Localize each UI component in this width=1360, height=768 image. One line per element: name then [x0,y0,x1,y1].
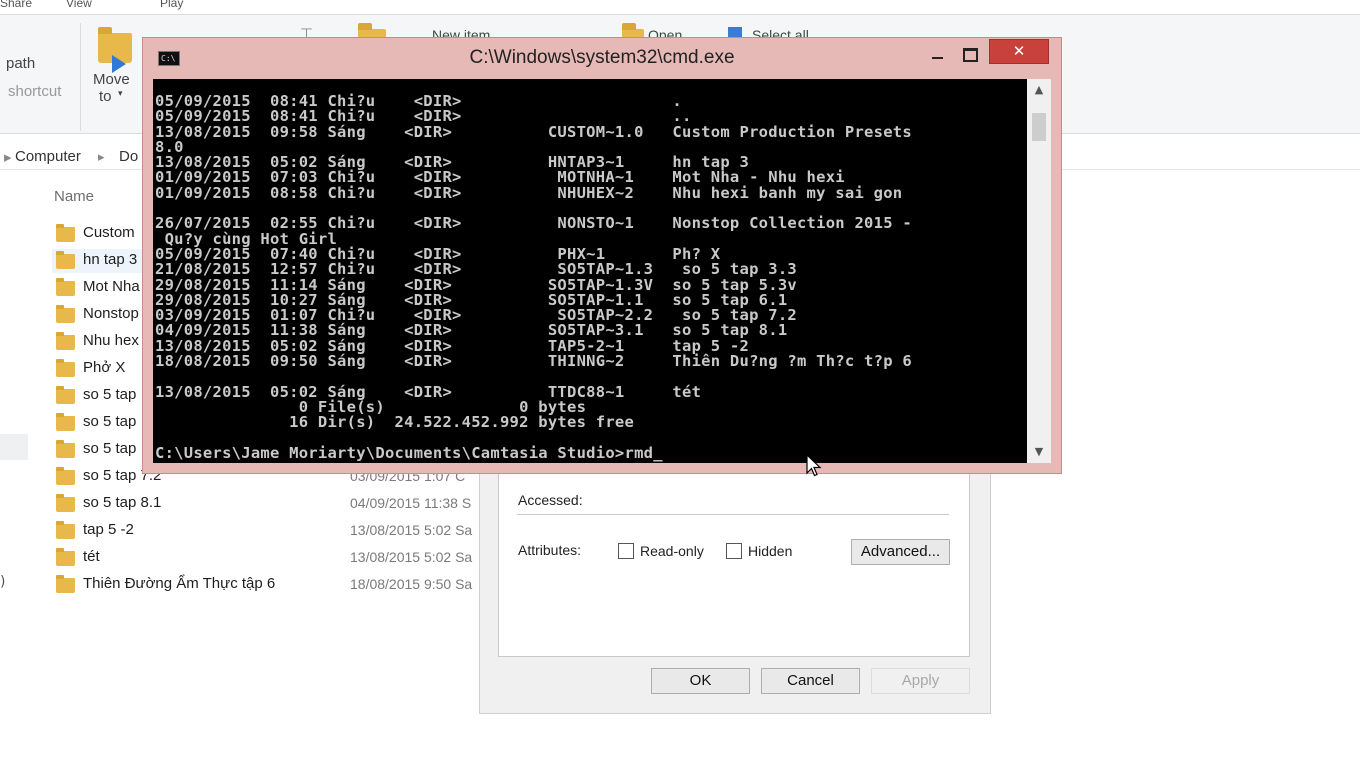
list-item[interactable]: tét 13/08/2015 5:02 Sa [52,546,492,570]
folder-icon [56,494,75,512]
minimize-icon[interactable] [923,44,951,66]
read-only-label[interactable]: Read-only [640,543,704,559]
file-name: Custom [83,224,135,241]
navigation-pane-fragment: ) [0,574,6,590]
file-name: so 5 tap [83,386,137,403]
copy-path-button[interactable]: path [6,55,35,72]
close-button[interactable]: ✕ [989,39,1049,64]
console-line: 16 Dir(s) 24.522.452.992 bytes free [155,413,635,432]
file-date-modified: 04/09/2015 11:38 S [350,495,472,511]
breadcrumb-separator: ▸ [4,149,12,166]
list-item[interactable]: hn tap 3 [52,249,148,273]
advanced-button[interactable]: Advanced... [851,539,950,565]
folder-icon [56,305,75,323]
folder-icon [56,575,75,593]
hidden-label[interactable]: Hidden [748,543,792,559]
move-to-label: Move [93,71,130,88]
file-date-modified: 13/08/2015 5:02 Sa [350,522,473,538]
cancel-button[interactable]: Cancel [761,668,860,694]
file-name: so 5 tap [83,413,137,430]
folder-icon [56,386,75,404]
file-name: so 5 tap [83,440,137,457]
breadcrumb-computer[interactable]: Computer [15,148,81,165]
column-header-name[interactable]: Name [54,188,94,205]
accessed-label: Accessed: [518,492,583,508]
attributes-label: Attributes: [518,542,582,558]
mouse-pointer-icon [806,454,822,477]
folder-icon [56,521,75,539]
breadcrumb-documents[interactable]: Do [119,148,138,165]
folder-icon [56,278,75,296]
file-name: Phở X [83,359,126,376]
file-name: Nhu hex [83,332,139,349]
vertical-scrollbar[interactable]: ▲ ▼ [1027,79,1051,463]
console-line: 13/08/2015 09:58 Sáng <DIR> CUSTOM~1.0 C… [155,122,912,141]
scroll-up-icon[interactable]: ▲ [1027,79,1051,101]
list-item[interactable]: so 5 tap 8.1 04/09/2015 11:38 S [52,492,492,516]
paste-shortcut-button[interactable]: shortcut [8,83,61,100]
breadcrumb-separator-2: ▸ [98,149,105,164]
folder-icon [56,440,75,458]
folder-icon [56,467,75,485]
ok-button[interactable]: OK [651,668,750,694]
properties-general-panel: Accessed: Attributes: Read-only Hidden A… [498,473,970,657]
file-name: tét [83,548,100,565]
list-item[interactable]: tap 5 -2 13/08/2015 5:02 Sa [52,519,492,543]
file-name: hn tap 3 [83,251,138,268]
console-line: 01/09/2015 08:58 Chi?u <DIR> NHUHEX~2 Nh… [155,183,903,202]
properties-dialog: Accessed: Attributes: Read-only Hidden A… [479,462,991,714]
tab-play[interactable]: Play [160,0,183,10]
tab-share[interactable]: Share [0,0,32,10]
console-output[interactable]: 05/09/2015 08:41 Chi?u <DIR> . 05/09/2015… [153,79,1027,463]
folder-icon [56,413,75,431]
maximize-icon[interactable] [955,44,983,66]
folder-icon [56,224,75,242]
apply-button[interactable]: Apply [871,668,970,694]
console-text: 05/09/2015 08:41 Chi?u <DIR> . 05/09/2015… [155,93,912,462]
file-name: so 5 tap 8.1 [83,494,162,511]
folder-icon [56,251,75,269]
cmd-title-bar[interactable]: C:\ C:\Windows\system32\cmd.exe ✕ [143,38,1061,78]
folder-icon [56,548,75,566]
ribbon-tab-strip: Share View Play [0,0,1360,14]
console-line: C:\Users\Jame Moriarty\Documents\Camtasi… [155,443,663,462]
scrollbar-thumb[interactable] [1032,113,1046,141]
chevron-down-icon: ▾ [118,88,123,98]
hidden-checkbox[interactable] [726,543,742,559]
move-to-label-2: to [99,88,112,105]
desktop-screen: Share View Play path shortcut Move to ▾ … [0,0,1360,768]
folder-icon [56,359,75,377]
file-name: Nonstop [83,305,139,322]
file-name: Mot Nha [83,278,140,295]
scroll-down-icon[interactable]: ▼ [1027,441,1051,463]
tab-view[interactable]: View [66,0,92,10]
cmd-window: C:\ C:\Windows\system32\cmd.exe ✕ 05/09/… [142,37,1062,474]
console-line: 18/08/2015 09:50 Sáng <DIR> THINNG~2 Thi… [155,352,912,371]
file-date-modified: 13/08/2015 5:02 Sa [350,549,473,565]
read-only-checkbox[interactable] [618,543,634,559]
file-date-modified: 18/08/2015 9:50 Sa [350,576,473,592]
divider [517,514,949,515]
folder-icon [56,332,75,350]
file-name: tap 5 -2 [83,521,134,538]
ribbon-divider [80,23,81,131]
file-name: Thiên Đường Ẩm Thực tập 6 [83,575,276,592]
navigation-pane-item[interactable] [0,434,28,460]
list-item[interactable]: Thiên Đường Ẩm Thực tập 6 18/08/2015 9:50… [52,573,492,597]
